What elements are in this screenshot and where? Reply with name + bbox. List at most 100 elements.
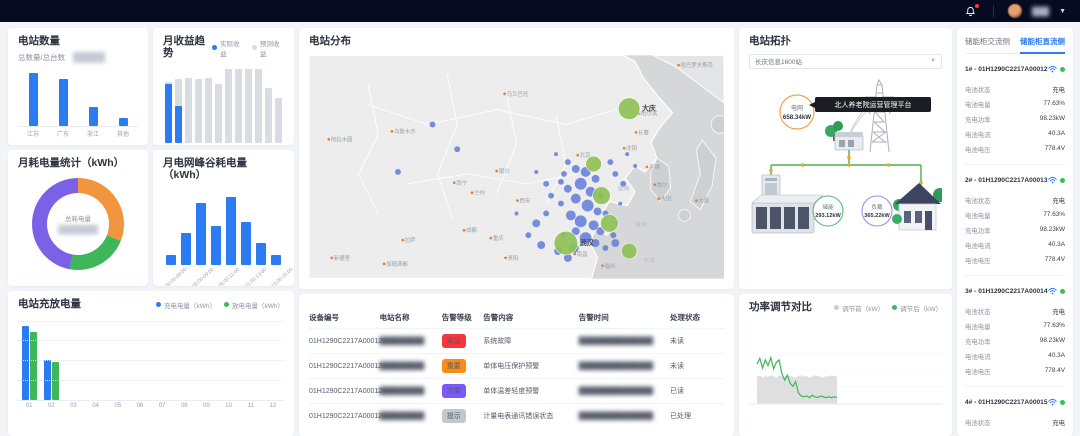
station-bubble[interactable] [554,231,578,255]
alarm-content: 单体温差轻度预警 [483,386,578,396]
station-bubble[interactable] [618,97,640,119]
notification-bell-icon[interactable] [965,4,979,18]
legend-item[interactable]: 实际收益 [212,38,244,58]
china-map[interactable]: 渤海黄海东海 乌兰巴托乌鲁木齐阿拉木图哈尔滨长春沈阳北京银川西宁兰州西安成都重庆… [309,54,724,285]
station-dot[interactable] [575,215,587,227]
actual-bar [165,84,172,143]
legend-item[interactable]: 预测收益 [252,38,284,58]
station-dot[interactable] [572,165,580,173]
station-dot[interactable] [548,192,554,198]
station-dot[interactable] [534,170,538,174]
x-tick-label: 09 [195,403,217,409]
station-dot[interactable] [612,170,618,176]
city-label: 加德满都 [386,259,408,267]
online-status-dot [1060,67,1065,72]
station-bubble[interactable] [593,186,611,204]
station-dot[interactable] [454,146,460,152]
bubble-label: 大庆 [642,103,656,112]
tab-cabinet-dc[interactable]: 储能柜直流侧 [1020,36,1065,49]
power-compare-chart [749,322,942,414]
station-dot[interactable] [554,152,558,156]
alarm-content: 系统故障 [483,336,578,346]
station-dot[interactable] [558,200,564,206]
station-dot[interactable] [543,210,549,216]
x-tick-label: 10 [218,403,240,409]
city-label: 兰州 [474,188,485,196]
city-dot [695,199,698,202]
legend-item[interactable]: 充电电量（kWh） [156,300,216,310]
svg-text:365.22kW: 365.22kW [864,213,890,219]
station-dot[interactable] [571,193,581,203]
station-bubble[interactable] [600,214,618,232]
station-dot[interactable] [618,201,622,205]
city-dot [503,92,506,95]
station-dot[interactable] [594,207,602,215]
station-dot[interactable] [565,159,571,165]
gridline [18,340,284,341]
station-dot[interactable] [589,220,599,230]
station-dot[interactable] [582,199,594,211]
station-count-stat-label: 总数量/总台数 [18,52,65,63]
x-tick-label: 江苏 [18,129,48,138]
tab-cabinet-ac[interactable]: 储能柜交流侧 [965,36,1010,49]
legend-item[interactable]: 调节后（kW） [892,303,942,313]
cabinet-item[interactable]: 2# - 01H1290C2217A00013电池状态充电电池电量77.63%充… [965,165,1065,276]
peak-valley-title: 月电网峰谷耗电量（kWh） [163,158,284,181]
cabinet-item[interactable]: 1# - 01H1290C2217A00012电池状态充电电池电量77.63%充… [965,54,1065,165]
station-dot[interactable] [537,241,545,249]
consumption-donut-chart: 总耗电量 ███████ [32,178,124,270]
table-row[interactable]: 01H1290C2217A00012█████████次要单体温差轻度预警███… [309,378,724,403]
user-avatar[interactable] [1008,4,1022,18]
cabinet-item[interactable]: 3# - 01H1290C2217A00014电池状态充电电池电量77.63%充… [965,276,1065,387]
station-bubble[interactable] [621,243,637,259]
station-dot[interactable] [558,178,564,184]
station-dot[interactable] [515,211,519,215]
table-row[interactable]: 01H1290C2217A00012█████████紧急系统故障███████… [309,328,724,353]
station-dot[interactable] [625,152,629,156]
legend-item[interactable]: 调节前（kW） [834,303,884,313]
user-menu-caret-icon[interactable]: ▼ [1059,8,1066,15]
level-cell: 次要 [442,384,484,398]
station-dot[interactable] [575,177,587,189]
station-dot[interactable] [532,219,540,227]
power-compare-legend: 调节前（kW） 调节后（kW） [834,303,942,313]
city-dot [623,146,626,149]
city-label: 平壤 [649,163,660,171]
cabinet-field: 电池状态充电 [965,304,1065,319]
level-cell: 紧急 [442,334,484,348]
station-dot[interactable] [543,180,549,186]
house-icon [892,183,942,230]
station-selector[interactable]: 长庆信息1600站 ▼ [749,54,942,69]
station-dot[interactable] [592,174,600,182]
table-row[interactable]: 01H1290C2217A00012█████████重要单体电压保护预警███… [309,353,724,378]
station-dot[interactable] [395,169,401,175]
city-label: 西安 [519,196,530,204]
station-dot[interactable] [430,121,436,127]
station-dot[interactable] [525,232,531,238]
station-dot[interactable] [561,170,567,176]
field-label: 电池电压 [965,367,991,376]
table-row[interactable]: 01H1290C2217A00012█████████提示计量电表通讯错误状态█… [309,403,724,428]
legend-item[interactable]: 放电电量（kWh） [224,300,284,310]
city-label: 银川 [499,166,510,174]
cabinet-item[interactable]: 4# - 01H1290C2217A00015电池状态充电 [965,387,1065,436]
legend-dot-icon [156,302,161,307]
station-dot[interactable] [607,159,613,165]
station-bubble[interactable] [586,156,602,172]
station-dot[interactable] [620,180,626,186]
station-dot[interactable] [564,184,572,192]
bar-stack [255,69,262,143]
station-dot[interactable] [611,239,619,247]
station-dot[interactable] [566,210,576,220]
city-label: 大田 [661,194,672,202]
legend-dot-icon [212,45,217,50]
field-label: 电池状态 [965,196,991,205]
city-label: 重庆 [493,234,504,242]
svg-text:293.12kW: 293.12kW [815,213,841,219]
field-value: 77.63% [1043,100,1065,109]
station-dot[interactable] [633,164,637,168]
station-dot[interactable] [602,245,608,251]
station-dot[interactable] [610,232,616,238]
power-compare-title: 功率调节对比 [749,302,812,314]
device-id: 01H1290C2217A00012 [309,338,380,345]
